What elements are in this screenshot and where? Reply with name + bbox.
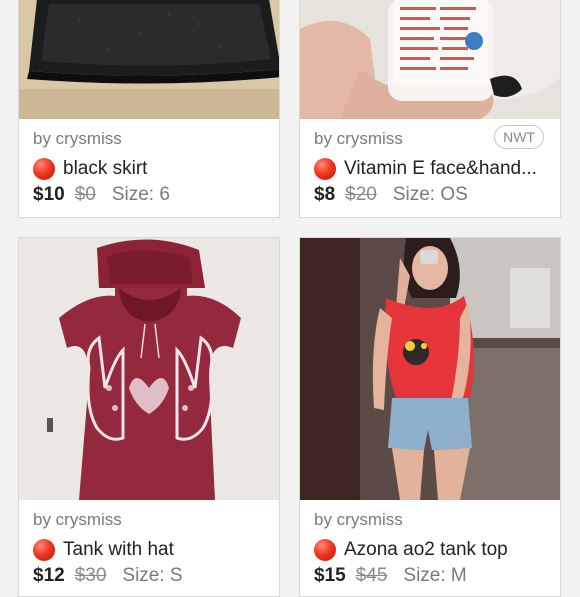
price-row: $12 $30 Size: S [33, 563, 183, 589]
title-row: Tank with hat [33, 537, 269, 563]
availability-dot-icon [33, 539, 55, 561]
listing-photo[interactable] [300, 0, 560, 119]
listing-photo[interactable] [19, 238, 279, 500]
seller-name[interactable]: by crysmiss [33, 129, 122, 149]
original-price: $45 [355, 565, 388, 586]
availability-dot-icon [314, 539, 336, 561]
listing-price: $15 [314, 565, 346, 586]
seller-name[interactable]: by crysmiss [314, 510, 403, 530]
listing-title[interactable]: Azona ao2 tank top [344, 539, 508, 561]
title-row: black skirt [33, 156, 269, 182]
availability-dot-icon [314, 158, 336, 180]
listing-title[interactable]: black skirt [63, 158, 147, 180]
seller-name[interactable]: by crysmiss [314, 129, 403, 149]
listing-title[interactable]: Vitamin E face&hand... [344, 158, 537, 180]
title-row: Vitamin E face&hand... [314, 156, 550, 182]
original-price: $0 [74, 184, 96, 205]
listing-size: Size: S [122, 565, 183, 586]
listing-size: Size: 6 [111, 184, 170, 205]
listing-title[interactable]: Tank with hat [63, 539, 174, 561]
original-price: $20 [345, 184, 377, 205]
listing-size: Size: OS [392, 184, 468, 205]
availability-dot-icon [33, 158, 55, 180]
listing-photo[interactable] [300, 238, 560, 500]
original-price: $30 [74, 565, 107, 586]
listing-card-azona-tank-top[interactable]: by crysmiss Azona ao2 tank top $15 $45 S… [299, 237, 561, 597]
listing-price: $10 [33, 184, 65, 205]
listing-card-vitamin-e[interactable]: by crysmiss NWT Vitamin E face&hand... $… [299, 0, 561, 218]
seller-name[interactable]: by crysmiss [33, 510, 122, 530]
title-row: Azona ao2 tank top [314, 537, 550, 563]
listing-card-tank-with-hat[interactable]: by crysmiss Tank with hat $12 $30 Size: … [18, 237, 280, 597]
listing-photo[interactable] [19, 0, 279, 119]
listing-price: $12 [33, 565, 65, 586]
listing-card-black-skirt[interactable]: by crysmiss black skirt $10 $0 Size: 6 [18, 0, 280, 218]
price-row: $10 $0 Size: 6 [33, 182, 170, 208]
listing-grid: by crysmiss black skirt $10 $0 Size: 6 b… [0, 0, 580, 597]
listing-size: Size: M [403, 565, 467, 586]
price-row: $8 $20 Size: OS [314, 182, 468, 208]
listing-price: $8 [314, 184, 336, 205]
price-row: $15 $45 Size: M [314, 563, 467, 589]
nwt-badge: NWT [494, 125, 544, 149]
